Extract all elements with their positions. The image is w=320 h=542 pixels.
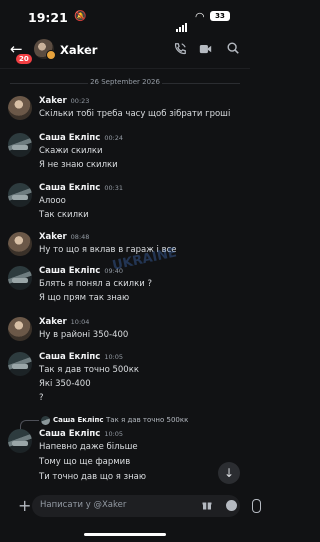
signal-icon bbox=[176, 13, 188, 32]
gift-icon[interactable] bbox=[202, 500, 212, 510]
message-text: Тому що ще фармив bbox=[39, 457, 131, 467]
microphone-icon[interactable] bbox=[252, 499, 261, 513]
bell-muted-icon: 🔕 bbox=[74, 11, 87, 22]
message-text: Так скилки bbox=[39, 210, 89, 220]
chat-header: ← 20 Xaker › bbox=[0, 36, 250, 66]
message-time: 00:31 bbox=[104, 184, 124, 192]
message-text: Так я дав точно 500кк bbox=[39, 365, 139, 375]
message-text: Я що прям так знаю bbox=[39, 293, 130, 303]
avatar bbox=[41, 416, 50, 425]
message-time: 00:24 bbox=[104, 134, 124, 142]
unread-badge: 20 bbox=[15, 53, 33, 65]
message-author[interactable]: Саша Екліпс 09:40 bbox=[39, 266, 123, 276]
avatar[interactable] bbox=[8, 266, 32, 290]
status-indicator bbox=[46, 50, 56, 60]
message-author[interactable]: Саша Екліпс 10:05 bbox=[39, 429, 123, 439]
avatar[interactable] bbox=[8, 133, 32, 157]
scroll-to-bottom-button[interactable]: ↓ bbox=[218, 462, 240, 484]
battery-icon: 33 bbox=[210, 11, 230, 21]
message-composer: + Написати у @Xaker bbox=[0, 488, 261, 542]
message-text: Ну в районі 350-400 bbox=[39, 330, 129, 340]
message-time: 10:04 bbox=[70, 318, 90, 326]
message-text: Скажи скилки bbox=[39, 146, 103, 156]
message-text: Напевно даже більше bbox=[39, 442, 138, 452]
avatar[interactable] bbox=[8, 183, 32, 207]
message-text: Я не знаю скилки bbox=[39, 160, 118, 170]
message-time: 10:05 bbox=[104, 353, 124, 361]
reply-author: Саша Екліпс bbox=[53, 416, 104, 424]
message-text: Блять я понял а скилки ? bbox=[39, 279, 152, 289]
home-indicator bbox=[84, 533, 166, 536]
message-author[interactable]: Xaker 00:23 bbox=[39, 96, 89, 106]
avatar[interactable] bbox=[8, 429, 32, 453]
message-text: Які 350-400 bbox=[39, 379, 91, 389]
message-time: 10:05 bbox=[104, 430, 124, 438]
message-author[interactable]: Саша Екліпс 10:05 bbox=[39, 352, 123, 362]
divider bbox=[162, 83, 240, 84]
header-divider bbox=[0, 68, 250, 69]
message-text: Ти точно дав що я знаю bbox=[39, 472, 147, 482]
search-icon[interactable] bbox=[226, 41, 240, 55]
message-author[interactable]: Xaker 10:04 bbox=[39, 317, 89, 327]
message-input[interactable]: Написати у @Xaker bbox=[32, 495, 261, 517]
chat-name[interactable]: Xaker bbox=[60, 43, 97, 57]
status-bar: 19:21 🔕 ◠ 33 bbox=[0, 0, 250, 36]
emoji-icon[interactable] bbox=[226, 500, 237, 511]
message-author[interactable]: Саша Екліпс 00:31 bbox=[39, 183, 123, 193]
avatar[interactable] bbox=[8, 317, 32, 341]
avatar[interactable] bbox=[8, 96, 32, 120]
reply-preview: Так я дав точно 500кк bbox=[106, 416, 189, 424]
plus-icon[interactable]: + bbox=[18, 496, 31, 515]
message-time: 00:23 bbox=[70, 97, 90, 105]
phone-call-icon[interactable] bbox=[173, 42, 187, 56]
message-time: 08:48 bbox=[70, 233, 90, 241]
status-time: 19:21 bbox=[28, 10, 68, 25]
avatar[interactable] bbox=[8, 352, 32, 376]
message-author[interactable]: Саша Екліпс 00:24 bbox=[39, 133, 123, 143]
date-label: 26 September 2026 bbox=[90, 78, 160, 86]
date-separator: 26 September 2026 bbox=[10, 77, 240, 89]
video-call-icon[interactable] bbox=[199, 44, 212, 54]
message-text: Скільки тобі треба часу щоб зібрати грош… bbox=[39, 109, 231, 119]
message-text: ? bbox=[39, 393, 44, 403]
chevron-right-icon[interactable]: › bbox=[87, 42, 91, 55]
message-input-placeholder: Написати у @Xaker bbox=[40, 500, 127, 510]
wifi-icon: ◠ bbox=[195, 10, 205, 23]
message-author[interactable]: Xaker 08:48 bbox=[39, 232, 89, 242]
avatar[interactable] bbox=[8, 232, 32, 256]
message-text: Алооо bbox=[39, 196, 66, 206]
